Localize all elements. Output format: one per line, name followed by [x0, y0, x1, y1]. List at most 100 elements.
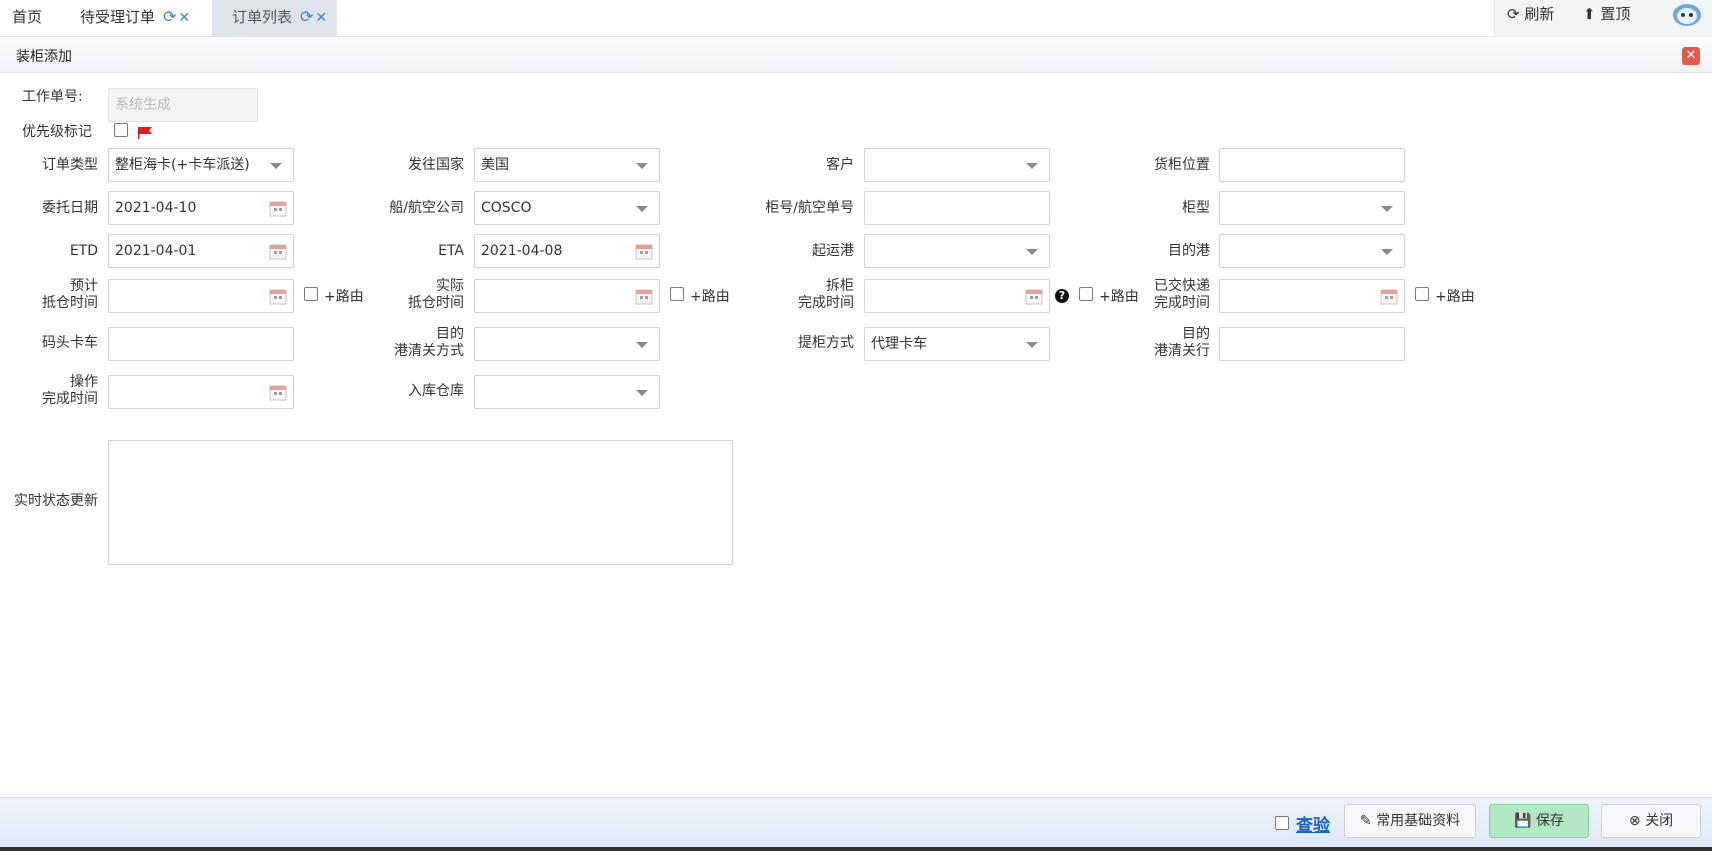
- container-no-input[interactable]: [864, 191, 1050, 225]
- panel-header: 装柜添加 ✕: [0, 37, 1712, 73]
- act-arrival-label-line2: 抵仓时间: [408, 295, 464, 311]
- save-icon: 💾: [1514, 813, 1532, 829]
- carrier-label: 船/航空公司: [389, 200, 464, 216]
- refresh-icon[interactable]: ⟳: [163, 7, 176, 26]
- inspect-link[interactable]: 查验: [1296, 811, 1330, 836]
- calendar-icon[interactable]: [1380, 287, 1398, 305]
- dock-truck-input[interactable]: [108, 327, 294, 361]
- status-update-label: 实时状态更新: [14, 493, 98, 509]
- container-no-label: 柜号/航空单号: [765, 200, 854, 216]
- tab-pending-orders-label: 待受理订单: [80, 8, 156, 26]
- customs-agent-label: 目的 港清关行: [1120, 326, 1210, 360]
- container-type-select[interactable]: [1219, 191, 1405, 225]
- unload-input[interactable]: [864, 279, 1050, 313]
- work-no-label: 工作单号:: [22, 89, 83, 105]
- country-label: 发往国家: [408, 157, 464, 173]
- edit-icon: ✎: [1359, 813, 1372, 829]
- close-icon[interactable]: ✕: [1682, 47, 1700, 65]
- express-label-line1: 已交快递: [1154, 278, 1210, 294]
- refresh-icon: ⟳: [1507, 5, 1520, 23]
- calendar-icon[interactable]: [635, 242, 653, 260]
- container-location-input[interactable]: [1219, 148, 1405, 182]
- eta-input[interactable]: 2021-04-08: [474, 234, 660, 268]
- tab-pending-orders[interactable]: 待受理订单 ⟳ ✕: [80, 0, 205, 37]
- act-arrival-input[interactable]: [474, 279, 660, 313]
- refresh-icon[interactable]: ⟳: [300, 7, 313, 26]
- avatar[interactable]: [1672, 3, 1702, 27]
- customer-select[interactable]: [864, 148, 1050, 182]
- warehouse-select[interactable]: [474, 375, 660, 409]
- pod-select[interactable]: [1219, 234, 1405, 268]
- tab-order-list-label: 订单列表: [232, 8, 293, 26]
- eta-value: 2021-04-08: [481, 243, 563, 259]
- pol-select[interactable]: [864, 234, 1050, 268]
- close-icon[interactable]: ✕: [315, 10, 327, 26]
- customs-agent-input[interactable]: [1219, 327, 1405, 361]
- close-button[interactable]: ⊗ 关闭: [1601, 804, 1701, 838]
- customs-mode-select[interactable]: [474, 327, 660, 361]
- customs-mode-label-line1: 目的: [436, 326, 464, 342]
- pin-top-button[interactable]: ⬆ 置顶: [1583, 0, 1630, 28]
- tab-bar: 首页 待受理订单 ⟳ ✕ 订单列表 ⟳ ✕ ⟳ 刷新 ⬆ 置顶: [0, 0, 1712, 37]
- act-arrival-label-line1: 实际: [436, 278, 464, 294]
- order-type-select[interactable]: 整柜海卡(+卡车派送): [108, 148, 294, 182]
- close-icon[interactable]: ✕: [178, 10, 190, 26]
- pod-label: 目的港: [1168, 243, 1210, 259]
- act-arrival-route-checkbox[interactable]: [670, 287, 684, 301]
- pin-top-label: 置顶: [1600, 5, 1631, 23]
- calendar-icon[interactable]: [1025, 287, 1043, 305]
- customs-mode-label: 目的 港清关方式: [360, 326, 464, 360]
- close-label: 关闭: [1645, 813, 1674, 829]
- customs-agent-label-line2: 港清关行: [1154, 343, 1210, 359]
- express-label: 已交快递 完成时间: [1120, 278, 1210, 312]
- op-done-label-line2: 完成时间: [42, 391, 98, 407]
- basic-data-button[interactable]: ✎ 常用基础资料: [1344, 804, 1476, 838]
- order-type-label: 订单类型: [42, 157, 98, 173]
- calendar-icon[interactable]: [269, 383, 287, 401]
- est-arrival-input[interactable]: [108, 279, 294, 313]
- unload-label-line1: 拆柜: [826, 278, 854, 294]
- status-update-textarea[interactable]: [108, 440, 733, 565]
- express-input[interactable]: [1219, 279, 1405, 313]
- work-no-field[interactable]: 系统生成: [108, 88, 258, 122]
- etd-value: 2021-04-01: [115, 243, 197, 259]
- country-select[interactable]: 美国: [474, 148, 660, 182]
- customer-label: 客户: [826, 157, 854, 173]
- entrust-date-value: 2021-04-10: [115, 200, 197, 216]
- unload-route-checkbox[interactable]: [1079, 287, 1093, 301]
- calendar-icon[interactable]: [269, 199, 287, 217]
- calendar-icon[interactable]: [635, 287, 653, 305]
- refresh-button[interactable]: ⟳ 刷新: [1507, 0, 1554, 28]
- inspect-checkbox[interactable]: [1275, 816, 1289, 830]
- est-arrival-route-label: +路由: [324, 289, 364, 305]
- act-arrival-route-label: +路由: [690, 289, 730, 305]
- priority-checkbox[interactable]: [114, 123, 128, 137]
- basic-data-label: 常用基础资料: [1376, 813, 1461, 829]
- entrust-date-input[interactable]: 2021-04-10: [108, 191, 294, 225]
- unload-label-line2: 完成时间: [798, 295, 854, 311]
- pickup-mode-select[interactable]: 代理卡车: [864, 327, 1050, 361]
- op-done-input[interactable]: [108, 375, 294, 409]
- arrow-up-icon: ⬆: [1583, 5, 1596, 23]
- tab-order-list[interactable]: 订单列表 ⟳ ✕: [212, 0, 337, 37]
- op-done-label: 操作 完成时间: [10, 374, 98, 408]
- calendar-icon[interactable]: [269, 287, 287, 305]
- tab-home[interactable]: 首页: [12, 0, 42, 37]
- est-arrival-route-checkbox[interactable]: [304, 287, 318, 301]
- container-add-form: 工作单号: 系统生成 优先级标记 订单类型 整柜海卡(+卡车派送) 发往国家 美…: [0, 73, 1712, 797]
- flag-icon[interactable]: [137, 126, 153, 140]
- calendar-icon[interactable]: [269, 242, 287, 260]
- express-route-label: +路由: [1435, 289, 1475, 305]
- etd-input[interactable]: 2021-04-01: [108, 234, 294, 268]
- entrust-date-label: 委托日期: [42, 200, 98, 216]
- question-icon[interactable]: ?: [1055, 289, 1069, 303]
- close-circle-icon: ⊗: [1628, 813, 1641, 829]
- op-done-label-line1: 操作: [70, 374, 98, 390]
- save-button[interactable]: 💾 保存: [1489, 804, 1589, 838]
- carrier-select[interactable]: COSCO: [474, 191, 660, 225]
- customs-agent-label-line1: 目的: [1182, 326, 1210, 342]
- panel-title: 装柜添加: [16, 49, 72, 65]
- express-label-line2: 完成时间: [1154, 295, 1210, 311]
- footer-bar: 查验 ✎ 常用基础资料 💾 保存 ⊗ 关闭: [0, 797, 1712, 847]
- express-route-checkbox[interactable]: [1415, 287, 1429, 301]
